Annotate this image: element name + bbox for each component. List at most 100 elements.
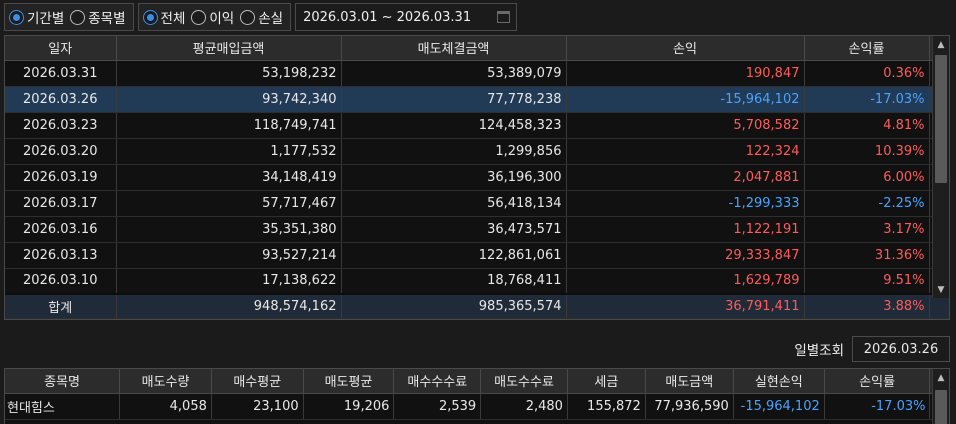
table-row[interactable]: 2026.03.17 57,717,467 56,418,134 -1,299,333… [5,190,949,217]
date-range-text: 2026.03.01 ~ 2026.03.31 [303,9,472,25]
cell-rate: 3.17% [804,216,930,243]
cell-sell-amount: 77,778,238 [341,86,567,113]
daily-lookup-label: 일별조회 [794,343,844,359]
daily-pnl-grid: 일자 평균매입금액 매도체결금액 손익 손익률 2026.03.31 53,198… [4,35,950,320]
stock-header-row: 종목명 매도수량 매수평균 매도평균 매수수수료 매도수수료 세금 매도금액 실현손익 손익률 [5,369,949,394]
cell-avg-buy: 57,717,467 [116,190,342,217]
cell-sell-amount: 122,861,061 [341,242,567,269]
radio-circle-icon[interactable] [70,9,86,25]
period-radio-group: 기간별 종목별 [4,3,134,31]
cell-date: 2026.03.13 [5,242,117,269]
scroll-up-icon[interactable]: ▲ [933,36,949,53]
cell-date: 2026.03.10 [5,268,117,295]
stock-cell: -15,964,102 [733,393,825,420]
scroll-up-icon[interactable]: ▲ [933,369,949,386]
type-radio-0[interactable]: 전체 [142,7,186,27]
daily-scrollbar[interactable]: ▲ ▼ [932,36,949,298]
col-header-pnl[interactable]: 손익 [566,36,805,61]
table-row[interactable]: 2026.03.19 34,148,419 36,196,300 2,047,881 6… [5,164,949,191]
cell-pnl: 1,122,191 [566,216,805,243]
table-row[interactable]: 2026.03.13 93,527,214 122,861,061 29,333,84… [5,242,949,269]
cell-rate: 9.51% [804,268,930,295]
cell-avg-buy: 53,198,232 [116,60,342,87]
cell-date: 2026.03.16 [5,216,117,243]
cell-sell-amount: 56,418,134 [341,190,567,217]
cell-avg-buy: 118,749,741 [116,112,342,139]
type-radio-label: 이익 [209,11,235,27]
cell-rate: -2.25% [804,190,930,217]
stock-col-header[interactable]: 세금 [567,369,646,394]
col-header-date[interactable]: 일자 [5,36,117,61]
cell-date: 2026.03.17 [5,190,117,217]
stock-col-header[interactable]: 손익률 [824,369,931,394]
table-row[interactable]: 2026.03.10 17,138,622 18,768,411 1,629,789 9… [5,268,949,295]
scroll-thumb[interactable] [935,55,947,183]
cell-sell-amount: 18,768,411 [341,268,567,295]
col-header-sell-amount[interactable]: 매도체결금액 [341,36,567,61]
calendar-icon[interactable] [497,11,511,23]
radio-circle-icon[interactable] [9,9,24,25]
type-radio-group: 전체 이익 손실 [137,3,292,31]
table-row[interactable]: 현대힘스 4,058 23,100 19,206 2,539 2,480 155,872 77… [5,393,949,420]
period-radio-0[interactable]: 기간별 [9,7,64,27]
stock-pnl-table: 종목명 매도수량 매수평균 매도평균 매수수수료 매도수수료 세금 매도금액 실현손익 손익률 현… [5,369,949,420]
table-row[interactable]: 2026.03.23 118,749,741 124,458,323 5,708,58… [5,112,949,139]
stock-pnl-grid: 종목명 매도수량 매수평균 매도평균 매수수수료 매도수수료 세금 매도금액 실현손익 손익률 현… [4,368,950,424]
stock-col-header[interactable]: 매도수수료 [480,369,568,394]
cell-avg-buy: 35,351,380 [116,216,342,243]
stock-scrollbar[interactable]: ▲ [932,369,949,424]
radio-circle-icon[interactable] [142,9,158,25]
cell-rate: 4.81% [804,112,930,139]
total-label: 합계 [5,293,117,319]
stock-col-header[interactable]: 종목명 [5,369,121,394]
stock-col-header[interactable]: 매수수수료 [393,369,482,394]
daily-lookup: 일별조회 2026.03.26 [794,336,950,362]
stock-cell: 2,480 [480,393,568,420]
cell-avg-buy: 93,527,214 [116,242,342,269]
stock-col-header[interactable]: 매수평균 [211,369,304,394]
cell-rate: 10.39% [804,138,930,165]
stock-col-header[interactable]: 매도평균 [303,369,395,394]
cell-rate: -17.03% [804,86,930,113]
table-row[interactable]: 2026.03.20 1,177,532 1,299,856 122,324 10.39… [5,138,949,165]
col-header-rate[interactable]: 손익률 [804,36,930,61]
stock-col-header[interactable]: 매도수량 [119,369,212,394]
type-radio-1[interactable]: 이익 [191,7,234,27]
radio-circle-icon[interactable] [240,9,256,25]
cell-rate: 6.00% [804,164,930,191]
scroll-down-icon[interactable]: ▼ [933,281,949,298]
total-sell-amount: 985,365,574 [341,293,567,319]
cell-date: 2026.03.23 [5,112,117,139]
total-row: 합계 948,574,162 985,365,574 36,791,411 3.88% [5,293,949,319]
table-row[interactable]: 2026.03.16 35,351,380 36,473,571 1,122,191 3… [5,216,949,243]
cell-pnl: 5,708,582 [566,112,805,139]
cell-rate: 31.36% [804,242,930,269]
table-row[interactable]: 2026.03.31 53,198,232 53,389,079 190,847 0.3… [5,60,949,87]
total-avg-buy: 948,574,162 [116,293,342,319]
stock-col-header[interactable]: 실현손익 [733,369,825,394]
type-radio-2[interactable]: 손실 [240,7,283,27]
cell-rate: 0.36% [804,60,930,87]
type-radio-label: 전체 [160,11,186,27]
cell-avg-buy: 93,742,340 [116,86,342,113]
radio-circle-icon[interactable] [191,9,207,25]
date-range-field[interactable]: 2026.03.01 ~ 2026.03.31 [295,3,518,31]
cell-date: 2026.03.31 [5,60,117,87]
stock-col-header[interactable]: 매도금액 [645,369,734,394]
cell-date: 2026.03.26 [5,86,117,113]
table-row[interactable]: 2026.03.26 93,742,340 77,778,238 -15,964,10… [5,86,949,113]
cell-sell-amount: 124,458,323 [341,112,567,139]
stock-cell: 현대힘스 [5,393,121,420]
scroll-thumb[interactable] [935,390,947,424]
period-radio-1[interactable]: 종목별 [70,7,126,27]
stock-cell: 77,936,590 [645,393,734,420]
total-rate: 3.88% [804,293,930,319]
stock-cell: 2,539 [393,393,482,420]
col-header-avg-buy[interactable]: 평균매입금액 [116,36,342,61]
cell-date: 2026.03.19 [5,164,117,191]
daily-header-row: 일자 평균매입금액 매도체결금액 손익 손익률 [5,36,949,61]
cell-avg-buy: 1,177,532 [116,138,342,165]
total-pnl: 36,791,411 [566,293,805,319]
cell-pnl: -1,299,333 [566,190,805,217]
daily-lookup-date[interactable]: 2026.03.26 [852,336,950,362]
